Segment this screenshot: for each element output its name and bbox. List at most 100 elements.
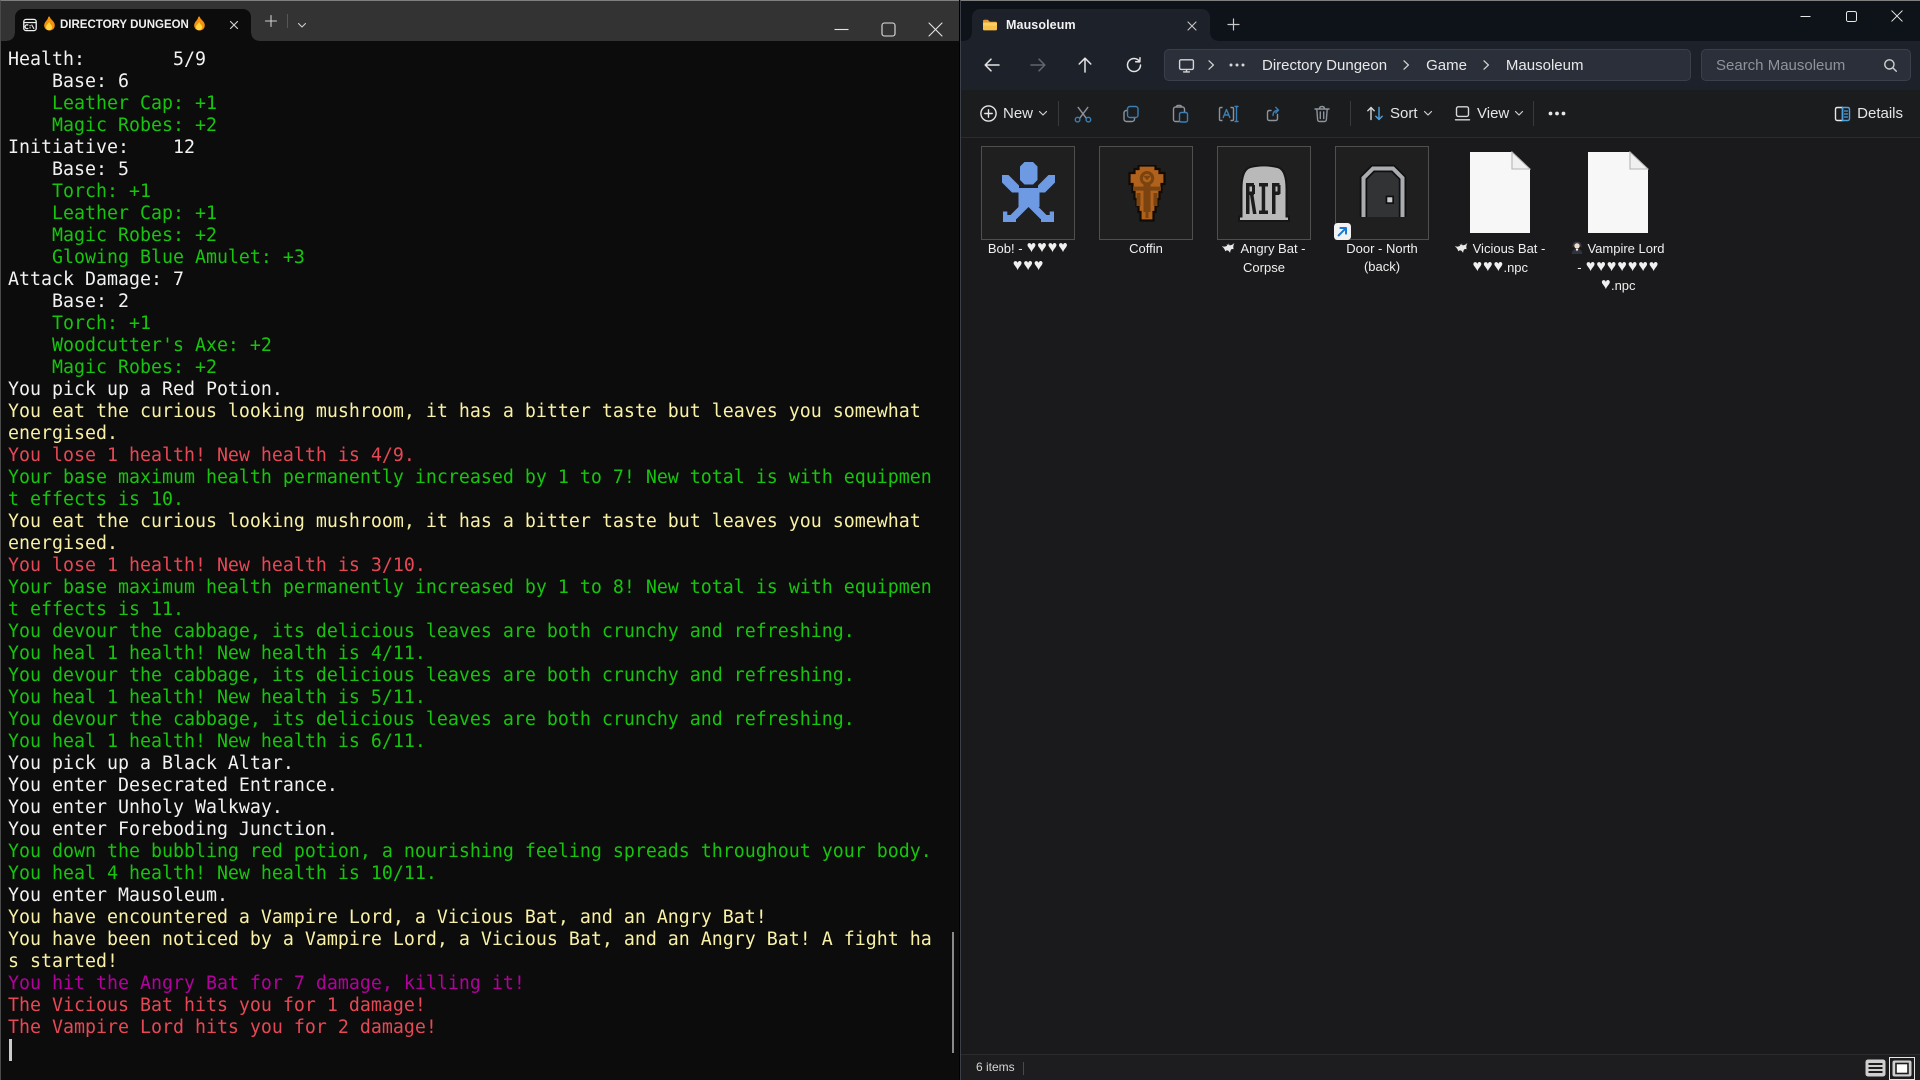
file-thumbnail-door[interactable]	[1335, 146, 1429, 240]
terminal-tab-title: DIRECTORY DUNGEON	[43, 16, 206, 34]
file-thumbnail-coffin[interactable]	[1099, 146, 1193, 240]
file-label-bob[interactable]: Bob! - ♥♥♥♥ ♥♥♥	[964, 240, 1092, 276]
share-button[interactable]	[1264, 90, 1284, 137]
more-options-button[interactable]	[1548, 90, 1566, 137]
breadcrumb-ellipsis[interactable]	[1229, 63, 1245, 67]
breadcrumb-directory-dungeon[interactable]: Directory Dungeon	[1262, 57, 1387, 74]
terminal-line: You have been noticed by a Vampire Lord,…	[8, 929, 948, 951]
trash-icon	[1312, 104, 1332, 124]
terminal-line: You enter Mausoleum.	[8, 885, 948, 907]
details-view-toggle[interactable]	[1865, 1059, 1886, 1077]
explorer-navbar: Directory Dungeon Game Mausoleum Search …	[961, 41, 1920, 90]
door-pixel-icon	[1358, 163, 1408, 221]
explorer-tab[interactable]: Mausoleum	[972, 9, 1210, 41]
terminal-tab-title-text: DIRECTORY DUNGEON	[60, 19, 189, 31]
terminal-output: Health: 5/9 Base: 6 Leather Cap: +1 Magi…	[8, 49, 948, 1039]
terminal-line: Leather Cap: +1	[8, 93, 948, 115]
file-label-row: Corpse	[1200, 259, 1328, 277]
sort-button[interactable]: Sort	[1365, 90, 1433, 137]
file-label-vicious-bat[interactable]: Vicious Bat - ♥♥♥.npc	[1436, 240, 1564, 277]
paste-button[interactable]	[1170, 90, 1190, 137]
plus-circle-icon	[979, 104, 998, 123]
terminal-tab[interactable]: DIRECTORY DUNGEON	[15, 9, 251, 41]
file-label-row: Coffin	[1082, 240, 1210, 258]
clipboard-icon	[1170, 104, 1190, 124]
search-box[interactable]: Search Mausoleum	[1701, 49, 1911, 81]
breadcrumb-game[interactable]: Game	[1426, 57, 1467, 74]
file-label-angry-bat-corpse[interactable]: Angry Bat - Corpse	[1200, 240, 1328, 277]
terminal-window: Health: 5/9 Base: 6 Leather Cap: +1 Magi…	[0, 0, 959, 1080]
details-button[interactable]: Details	[1833, 90, 1903, 137]
sort-icon	[1365, 104, 1385, 123]
chevron-right-icon	[1207, 60, 1215, 70]
explorer-new-tab-button[interactable]	[1226, 17, 1241, 32]
explorer-close-button[interactable]	[1874, 1, 1920, 31]
details-pane-icon	[1833, 105, 1852, 123]
terminal-line: You heal 1 health! New health is 4/11.	[8, 643, 948, 665]
file-label-coffin[interactable]: Coffin	[1082, 240, 1210, 258]
search-icon[interactable]	[1883, 58, 1898, 73]
file-label-line: Coffin	[1129, 241, 1163, 256]
terminal-line: You heal 1 health! New health is 5/11.	[8, 687, 948, 709]
file-thumbnail-bob[interactable]	[981, 146, 1075, 240]
address-bar[interactable]: Directory Dungeon Game Mausoleum	[1164, 49, 1691, 81]
file-label-row: ♥♥♥	[964, 258, 1092, 276]
terminal-maximize-button[interactable]	[865, 1, 912, 41]
this-pc-icon[interactable]	[1178, 57, 1195, 74]
forward-button[interactable]	[1020, 47, 1056, 83]
terminal-line: You enter Foreboding Junction.	[8, 819, 948, 841]
file-thumbnail-angry-bat-corpse[interactable]	[1217, 146, 1311, 240]
terminal-new-tab-button[interactable]	[264, 14, 278, 28]
view-button[interactable]: View	[1453, 90, 1524, 137]
bat-icon	[1222, 241, 1236, 259]
file-label-row: - ♥♥♥♥♥♥♥	[1554, 259, 1682, 277]
file-label-row: Vicious Bat -	[1436, 240, 1564, 259]
share-icon	[1264, 104, 1284, 124]
file-thumbnail-vicious-bat[interactable]	[1453, 146, 1547, 240]
copy-icon	[1121, 104, 1141, 124]
terminal-line: You eat the curious looking mushroom, it…	[8, 511, 948, 533]
file-label-door[interactable]: Door - North (back)	[1318, 240, 1446, 276]
back-button[interactable]	[974, 47, 1010, 83]
copy-button[interactable]	[1121, 90, 1141, 137]
terminal-line: You eat the curious looking mushroom, it…	[8, 401, 948, 423]
terminal-scrollbar[interactable]	[952, 932, 954, 1053]
terminal-line: Leather Cap: +1	[8, 203, 948, 225]
chevron-down-icon	[1514, 110, 1524, 117]
terminal-tab-dropdown[interactable]	[296, 17, 308, 26]
status-separator	[1023, 1062, 1024, 1075]
terminal-line: Your base maximum health permanently inc…	[8, 577, 948, 599]
file-label-line: Corpse	[1243, 260, 1285, 275]
refresh-button[interactable]	[1116, 47, 1152, 83]
terminal-tab-close-icon[interactable]	[227, 18, 241, 32]
large-thumbnails-view-toggle[interactable]	[1889, 1057, 1915, 1080]
terminal-line: Magic Robes: +2	[8, 115, 948, 137]
file-thumbnail-vampire-lord[interactable]	[1571, 146, 1665, 240]
explorer-tab-close-icon[interactable]	[1186, 19, 1198, 31]
new-button[interactable]: New	[979, 90, 1048, 137]
details-button-label: Details	[1857, 105, 1903, 122]
cut-button[interactable]	[1073, 90, 1093, 137]
bat-icon	[1455, 241, 1469, 259]
explorer-window-controls	[1782, 1, 1920, 31]
terminal-line: Initiative: 12	[8, 137, 948, 159]
up-button[interactable]	[1067, 47, 1103, 83]
breadcrumb-mausoleum[interactable]: Mausoleum	[1506, 57, 1584, 74]
heart-icon: ♥	[1601, 280, 1611, 290]
chevron-right-icon	[1402, 60, 1410, 70]
terminal-line: You pick up a Black Altar.	[8, 753, 948, 775]
file-label-line: Bob! - ♥♥♥♥	[988, 241, 1068, 256]
delete-button[interactable]	[1312, 90, 1332, 137]
terminal-minimize-button[interactable]	[818, 1, 865, 41]
file-label-vampire-lord[interactable]: Vampire Lord - ♥♥♥♥♥♥♥ ♥.npc	[1554, 240, 1682, 295]
terminal-close-button[interactable]	[912, 1, 959, 41]
file-label-line: Angry Bat -	[1240, 241, 1305, 256]
rename-button[interactable]	[1217, 90, 1239, 137]
terminal-line: Health: 5/9	[8, 49, 948, 71]
heart-icon: ♥	[1617, 262, 1627, 272]
shortcut-arrow-icon	[1334, 223, 1351, 240]
explorer-maximize-button[interactable]	[1828, 1, 1874, 31]
terminal-line: Base: 2	[8, 291, 948, 313]
explorer-minimize-button[interactable]	[1782, 1, 1828, 31]
heart-icon: ♥	[1027, 243, 1037, 253]
